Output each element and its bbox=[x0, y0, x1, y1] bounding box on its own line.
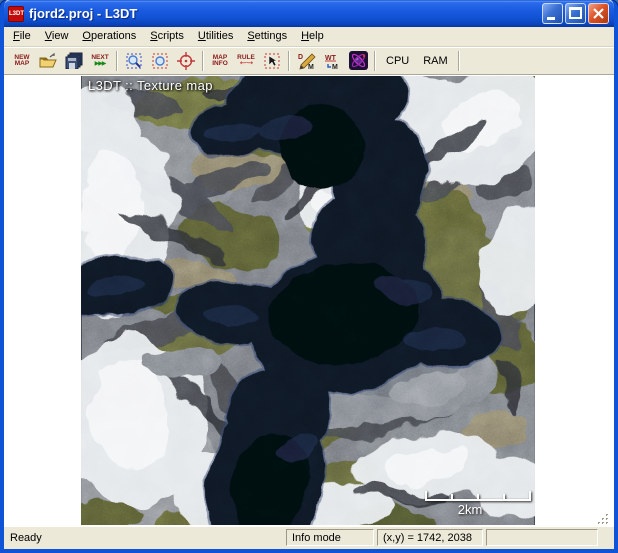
zoom-extents-button[interactable] bbox=[147, 49, 173, 73]
menu-operations[interactable]: Operations bbox=[75, 28, 143, 45]
cpu-button[interactable]: CPU bbox=[379, 50, 416, 72]
new-map-icon: NEWMAP bbox=[14, 55, 29, 67]
center-view-button[interactable] bbox=[173, 49, 199, 73]
window-controls bbox=[542, 3, 609, 24]
toolbar-separator bbox=[288, 51, 290, 71]
window-title: fjord2.proj - L3DT bbox=[29, 6, 542, 21]
menu-view[interactable]: View bbox=[38, 28, 76, 45]
menu-settings[interactable]: Settings bbox=[240, 28, 294, 45]
zoom-region-icon bbox=[125, 52, 143, 70]
zoom-extents-icon bbox=[151, 52, 169, 70]
wt-to-map-button[interactable]: WT M bbox=[319, 49, 345, 73]
sapphire-3d-icon bbox=[349, 51, 368, 70]
menu-help[interactable]: Help bbox=[294, 28, 331, 45]
scalebar-label: 2km bbox=[425, 502, 515, 517]
ram-button[interactable]: RAM bbox=[416, 50, 454, 72]
wt-to-map-icon: WT M bbox=[322, 52, 342, 70]
open-project-button[interactable] bbox=[35, 49, 61, 73]
close-icon bbox=[589, 4, 608, 23]
maximize-icon bbox=[566, 4, 585, 23]
app-icon: L3DT bbox=[8, 6, 24, 22]
svg-text:D: D bbox=[298, 54, 303, 61]
save-all-icon bbox=[64, 52, 84, 69]
center-view-icon bbox=[177, 52, 195, 70]
sketch-map-button[interactable]: D M bbox=[293, 49, 319, 73]
sapphire-3d-button[interactable] bbox=[345, 49, 371, 73]
minimize-icon bbox=[543, 4, 562, 23]
status-empty-panel bbox=[486, 529, 598, 546]
save-all-button[interactable] bbox=[61, 49, 87, 73]
zoom-region-button[interactable] bbox=[121, 49, 147, 73]
client-area: L3DT :: Texture map 2km bbox=[4, 75, 614, 526]
title-bar[interactable]: L3DT fjord2.proj - L3DT bbox=[4, 0, 614, 27]
app-icon-label: L3DT bbox=[9, 11, 24, 17]
new-map-button[interactable]: NEWMAP bbox=[9, 49, 35, 73]
svg-text:M: M bbox=[308, 64, 314, 70]
texture-map-image bbox=[81, 76, 535, 525]
close-button[interactable] bbox=[588, 3, 609, 24]
maximize-button[interactable] bbox=[565, 3, 586, 24]
select-area-button[interactable] bbox=[259, 49, 285, 73]
menu-file[interactable]: File bbox=[6, 28, 38, 45]
next-step-button[interactable]: NEXT ▶▶▶ bbox=[87, 49, 113, 73]
svg-text:M: M bbox=[332, 64, 338, 70]
toolbar-separator bbox=[458, 51, 460, 71]
status-ready: Ready bbox=[6, 530, 283, 546]
toolbar-separator bbox=[374, 51, 376, 71]
status-mode: Info mode bbox=[286, 529, 374, 546]
resize-grip[interactable] bbox=[597, 513, 609, 525]
open-folder-icon bbox=[38, 53, 58, 69]
map-info-icon: MAPINFO bbox=[212, 55, 228, 67]
toolbar: NEWMAP NEXT ▶▶▶ bbox=[4, 47, 614, 75]
toolbar-separator bbox=[116, 51, 118, 71]
map-overlay-title: L3DT :: Texture map bbox=[88, 78, 213, 93]
ruler-button[interactable]: RULE ←··→ bbox=[233, 49, 259, 73]
map-viewport[interactable]: L3DT :: Texture map 2km bbox=[81, 76, 535, 525]
menu-utilities[interactable]: Utilities bbox=[191, 28, 240, 45]
status-coordinates: (x,y) = 1742, 2038 bbox=[377, 529, 483, 546]
minimize-button[interactable] bbox=[542, 3, 563, 24]
select-area-icon bbox=[263, 52, 281, 70]
menu-bar: File View Operations Scripts Utilities S… bbox=[4, 27, 614, 47]
pencil-icon: D M bbox=[296, 52, 316, 70]
map-scalebar: 2km bbox=[425, 487, 531, 519]
app-window: L3DT fjord2.proj - L3DT File View Operat… bbox=[0, 0, 618, 553]
map-info-button[interactable]: MAPINFO bbox=[207, 49, 233, 73]
toolbar-separator bbox=[202, 51, 204, 71]
status-bar: Ready Info mode (x,y) = 1742, 2038 bbox=[4, 526, 614, 548]
menu-scripts[interactable]: Scripts bbox=[143, 28, 191, 45]
